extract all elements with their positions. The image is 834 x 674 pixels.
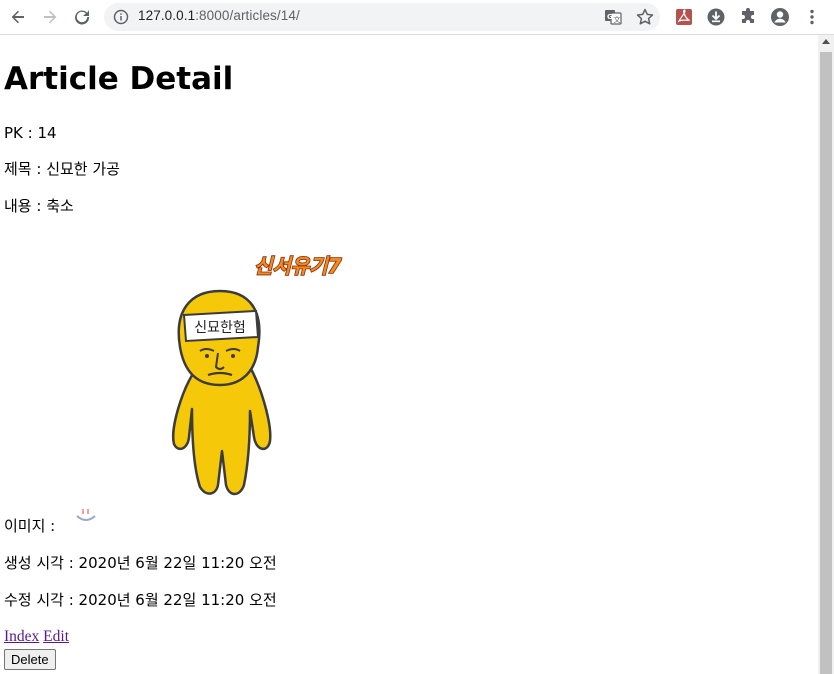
download-extension-icon[interactable]	[705, 6, 727, 28]
translate-icon[interactable]: G文	[604, 8, 622, 26]
cartoon-figure: 신묘한험	[172, 289, 272, 496]
profile-avatar-icon[interactable]	[769, 6, 791, 28]
article-pk: PK : 14	[4, 124, 57, 142]
broken-image-icon	[74, 508, 98, 528]
browser-toolbar: 127.0.0.1:8000/articles/14/ G文	[0, 0, 834, 35]
pdf-extension-icon[interactable]	[673, 6, 695, 28]
scroll-up-arrow-icon[interactable]	[822, 39, 830, 44]
headband-text: 신묘한험	[194, 320, 246, 336]
updated-at: 수정 시각 : 2020년 6월 22일 11:20 오전	[4, 591, 277, 609]
extensions-puzzle-icon[interactable]	[737, 6, 759, 28]
edit-link[interactable]: Edit	[43, 628, 69, 645]
show-logo-text: 신서유기7	[254, 254, 342, 278]
created-at: 생성 시각 : 2020년 6월 22일 11:20 오전	[4, 554, 277, 572]
url-text: 127.0.0.1:8000/articles/14/	[138, 8, 300, 23]
article-title: 제목 : 신묘한 가공	[4, 160, 120, 178]
svg-text:G: G	[607, 13, 613, 21]
page-title: Article Detail	[4, 61, 234, 97]
url-host: 127.0.0.1	[138, 8, 196, 23]
forward-arrow-icon[interactable]	[38, 5, 62, 29]
image-label: 이미지 :	[4, 517, 56, 535]
reload-icon[interactable]	[70, 5, 94, 29]
delete-button[interactable]: Delete	[4, 649, 56, 670]
page-viewport: Article Detail PK : 14 제목 : 신묘한 가공 내용 : …	[0, 35, 818, 674]
article-content: 내용 : 축소	[4, 197, 74, 215]
site-info-icon[interactable]	[113, 9, 129, 25]
svg-text:文: 文	[614, 15, 621, 24]
url-path: :8000/articles/14/	[195, 8, 300, 23]
browser-menu-icon[interactable]	[801, 6, 823, 28]
scrollbar-thumb[interactable]	[820, 52, 832, 674]
bookmark-star-icon[interactable]	[635, 7, 655, 27]
back-arrow-icon[interactable]	[6, 5, 30, 29]
article-links: Index Edit	[4, 628, 69, 646]
show-logo-image: 신서유기7	[253, 253, 342, 279]
index-link[interactable]: Index	[4, 628, 39, 645]
article-image: 신서유기7 신묘한험	[134, 239, 374, 499]
address-bar[interactable]: 127.0.0.1:8000/articles/14/ G文	[104, 3, 660, 31]
vertical-scrollbar[interactable]	[818, 35, 834, 674]
